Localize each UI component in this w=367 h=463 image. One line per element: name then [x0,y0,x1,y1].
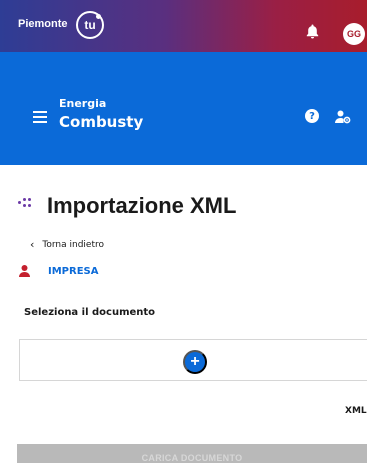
back-link[interactable]: ‹ Torna indietro [30,238,104,251]
logo-dot [96,14,101,19]
plus-icon: + [190,353,200,370]
brand-name[interactable]: Piemonte [18,18,68,30]
add-document-button[interactable]: + [183,350,207,374]
bell-icon[interactable] [306,24,319,43]
select-document-label: Seleziona il documento [24,307,156,318]
user-icon [19,262,30,281]
impresa-label: IMPRESA [48,266,99,277]
app-subtitle: Energia [59,97,107,110]
back-link-label: Torna indietro [42,239,104,250]
tu-logo[interactable]: tu [76,11,104,39]
impresa-section: IMPRESA [19,262,98,281]
dots-icon [18,197,32,209]
top-header-bar: Piemonte tu GG [0,0,367,52]
user-avatar[interactable]: GG [343,23,365,45]
page-title: Importazione XML [47,193,237,218]
file-type-label: XML [345,406,367,416]
user-settings-icon[interactable] [335,109,351,128]
app-title: Combusty [59,113,144,131]
hamburger-menu-icon[interactable] [33,111,47,123]
chevron-left-icon: ‹ [30,238,35,251]
upload-document-button[interactable]: CARICA DOCUMENTO [17,444,367,463]
logo-text: tu [84,18,96,32]
help-icon[interactable]: ? [305,109,319,123]
